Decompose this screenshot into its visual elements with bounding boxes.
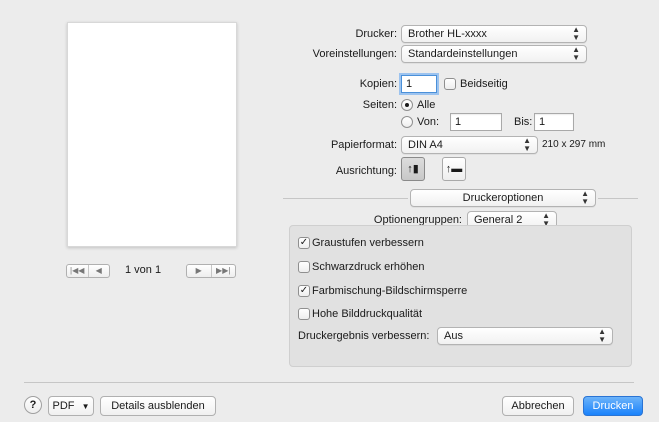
printer-select[interactable]: Brother HL-xxxx ▲ ▼	[401, 25, 587, 43]
landscape-orientation-icon[interactable]: ↑▬	[442, 157, 466, 181]
high-quality-checkbox[interactable]	[298, 308, 310, 320]
black-print-label: Schwarzdruck erhöhen	[312, 261, 425, 273]
updown-arrows-icon: ▲ ▼	[598, 327, 606, 344]
last-page-icon[interactable]: ▶▶|	[210, 265, 236, 277]
copies-label: Kopien:	[359, 78, 397, 90]
hide-details-button[interactable]: Details ausblenden	[100, 396, 216, 416]
help-button[interactable]: ?	[24, 396, 42, 414]
pages-to-input[interactable]: 1	[534, 113, 574, 131]
previous-page-icon[interactable]: ◀	[87, 265, 110, 277]
cancel-button[interactable]: Abbrechen	[502, 396, 574, 416]
duplex-label: Beidseitig	[460, 78, 508, 90]
presets-select[interactable]: Standardeinstellungen ▲ ▼	[401, 45, 587, 63]
updown-arrows-icon: ▲ ▼	[572, 45, 580, 62]
paper-dimensions: 210 x 297 mm	[542, 139, 606, 150]
pages-label: Seiten:	[362, 99, 397, 111]
pages-all-radio[interactable]	[401, 99, 413, 111]
preview-back-buttons[interactable]: |◀◀ ◀	[66, 264, 110, 278]
presets-value: Standardeinstellungen	[408, 48, 518, 60]
orientation-label: Ausrichtung:	[335, 165, 397, 177]
black-print-checkbox[interactable]	[298, 261, 310, 273]
paper-size-label: Papierformat:	[330, 139, 397, 151]
color-lock-label: Farbmischung-Bildschirmsperre	[312, 285, 468, 297]
improve-output-value: Aus	[444, 330, 463, 342]
grayscale-checkbox[interactable]: ✓	[298, 237, 310, 249]
print-button[interactable]: Drucken	[583, 396, 643, 416]
portrait-orientation-icon[interactable]: ↑▮	[401, 157, 425, 181]
grayscale-label: Graustufen verbessern	[312, 237, 424, 249]
high-quality-label: Hohe Bilddruckqualität	[312, 308, 423, 320]
pages-all-label: Alle	[417, 99, 436, 111]
next-page-icon[interactable]: ▶	[187, 265, 211, 277]
improve-output-label: Druckergebnis verbessern:	[298, 330, 430, 342]
separator-left	[283, 198, 408, 199]
color-lock-checkbox[interactable]: ✓	[298, 285, 310, 297]
dropdown-arrow-icon: ▼	[81, 402, 90, 411]
separator-right	[598, 198, 638, 199]
panel-select[interactable]: Druckeroptionen ▲ ▼	[410, 189, 596, 207]
first-page-icon[interactable]: |◀◀	[67, 265, 88, 277]
pages-range-label: Von:	[417, 116, 440, 128]
paper-size-select[interactable]: DIN A4 ▲ ▼	[401, 136, 538, 154]
print-preview	[67, 22, 237, 247]
printer-label: Drucker:	[355, 28, 397, 40]
improve-output-select[interactable]: Aus ▲ ▼	[437, 327, 613, 345]
pages-range-radio[interactable]	[401, 116, 413, 128]
panel-select-value: Druckeroptionen	[462, 192, 544, 204]
pdf-menu-button[interactable]: PDF ▼	[48, 396, 94, 416]
preview-forward-buttons[interactable]: ▶ ▶▶|	[186, 264, 236, 278]
duplex-checkbox[interactable]	[444, 78, 456, 90]
paper-size-value: DIN A4	[408, 139, 443, 151]
footer-separator	[24, 382, 634, 383]
updown-arrows-icon: ▲ ▼	[523, 136, 531, 153]
preview-page-indicator: 1 von 1	[125, 264, 162, 276]
updown-arrows-icon: ▲ ▼	[581, 189, 589, 206]
pages-to-label: Bis:	[514, 116, 533, 128]
presets-label: Voreinstellungen:	[312, 48, 397, 60]
pdf-label: PDF	[52, 400, 75, 412]
copies-input[interactable]: 1	[401, 75, 437, 93]
pages-from-input[interactable]: 1	[450, 113, 502, 131]
printer-value: Brother HL-xxxx	[408, 28, 487, 40]
updown-arrows-icon: ▲ ▼	[572, 25, 580, 42]
